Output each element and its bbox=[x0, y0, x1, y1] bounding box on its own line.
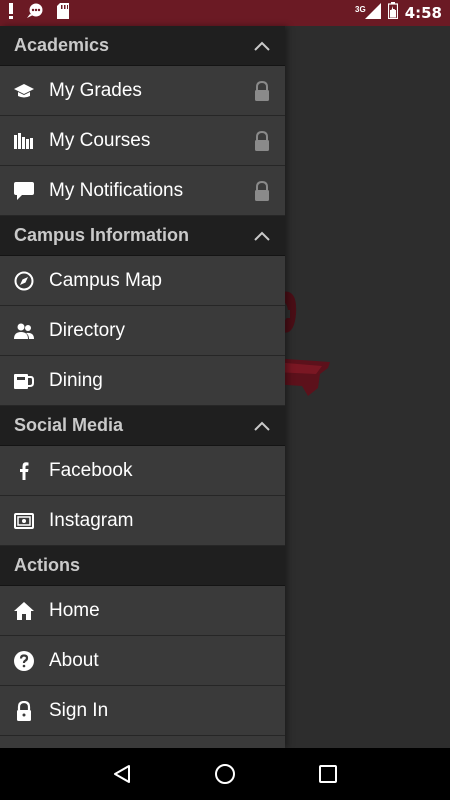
chevron-up-icon[interactable] bbox=[253, 420, 271, 432]
navigation-drawer: Academics My Grades My Courses My Notifi… bbox=[0, 26, 285, 748]
alert-icon bbox=[8, 2, 14, 24]
drawer-item-my-grades[interactable]: My Grades bbox=[0, 66, 285, 116]
lock-icon bbox=[253, 180, 271, 202]
status-time: 4:58 bbox=[404, 4, 442, 22]
drawer-item-sign-in[interactable]: Sign In bbox=[0, 686, 285, 736]
drawer-item-facebook[interactable]: Facebook bbox=[0, 446, 285, 496]
drawer-item-my-notifications[interactable]: My Notifications bbox=[0, 166, 285, 216]
item-label: Home bbox=[49, 599, 100, 621]
lock-icon bbox=[253, 80, 271, 102]
coffee-mug-icon bbox=[14, 371, 34, 391]
item-label: Sign In bbox=[49, 699, 109, 721]
item-label: Instagram bbox=[49, 509, 134, 531]
facebook-icon bbox=[14, 461, 34, 481]
system-nav-bar bbox=[0, 748, 450, 800]
item-label: About bbox=[49, 649, 99, 671]
padlock-icon bbox=[14, 700, 34, 721]
status-icons-left bbox=[8, 2, 70, 24]
section-title: Academics bbox=[14, 35, 110, 55]
drawer-item-partial bbox=[0, 736, 285, 748]
sd-card-icon bbox=[56, 2, 70, 24]
people-icon bbox=[14, 321, 34, 341]
drawer-item-home[interactable]: Home bbox=[0, 586, 285, 636]
item-label: Dining bbox=[49, 369, 103, 391]
status-bar: 3G 4:58 bbox=[0, 0, 450, 26]
instagram-icon bbox=[14, 511, 34, 531]
item-label: My Courses bbox=[49, 129, 151, 151]
drawer-item-dining[interactable]: Dining bbox=[0, 356, 285, 406]
speech-bubble-icon bbox=[14, 181, 34, 201]
lock-icon bbox=[253, 130, 271, 152]
section-title: Campus Information bbox=[14, 225, 190, 245]
chevron-up-icon[interactable] bbox=[253, 40, 271, 52]
item-label: Facebook bbox=[49, 459, 133, 481]
drawer-item-directory[interactable]: Directory bbox=[0, 306, 285, 356]
section-title: Actions bbox=[14, 555, 81, 575]
signal-icon bbox=[364, 2, 381, 24]
section-header-academics[interactable]: Academics bbox=[0, 26, 285, 66]
item-label: Directory bbox=[49, 319, 126, 341]
section-title: Social Media bbox=[14, 415, 124, 435]
drawer-item-instagram[interactable]: Instagram bbox=[0, 496, 285, 546]
help-circle-icon bbox=[14, 650, 34, 671]
section-header-social-media[interactable]: Social Media bbox=[0, 406, 285, 446]
compass-icon bbox=[14, 271, 34, 291]
status-icons-right: 3G 4:58 bbox=[355, 2, 442, 24]
books-icon bbox=[14, 131, 34, 151]
item-label: My Grades bbox=[49, 79, 142, 101]
app-screen: 3G 4:58 Academics My Grades My Courses M… bbox=[0, 0, 450, 800]
chevron-up-icon[interactable] bbox=[253, 230, 271, 242]
recents-icon[interactable] bbox=[313, 759, 343, 789]
battery-icon bbox=[387, 2, 398, 24]
back-icon[interactable] bbox=[107, 759, 137, 789]
drawer-item-campus-map[interactable]: Campus Map bbox=[0, 256, 285, 306]
home-icon bbox=[14, 601, 34, 621]
chat-icon bbox=[26, 3, 44, 24]
graduation-cap-icon bbox=[14, 81, 34, 101]
drawer-item-my-courses[interactable]: My Courses bbox=[0, 116, 285, 166]
item-label: My Notifications bbox=[49, 179, 184, 201]
section-header-campus-information[interactable]: Campus Information bbox=[0, 216, 285, 256]
section-header-actions: Actions bbox=[0, 546, 285, 586]
home-circle-icon[interactable] bbox=[210, 759, 240, 789]
drawer-item-about[interactable]: About bbox=[0, 636, 285, 686]
item-label: Campus Map bbox=[49, 269, 162, 291]
